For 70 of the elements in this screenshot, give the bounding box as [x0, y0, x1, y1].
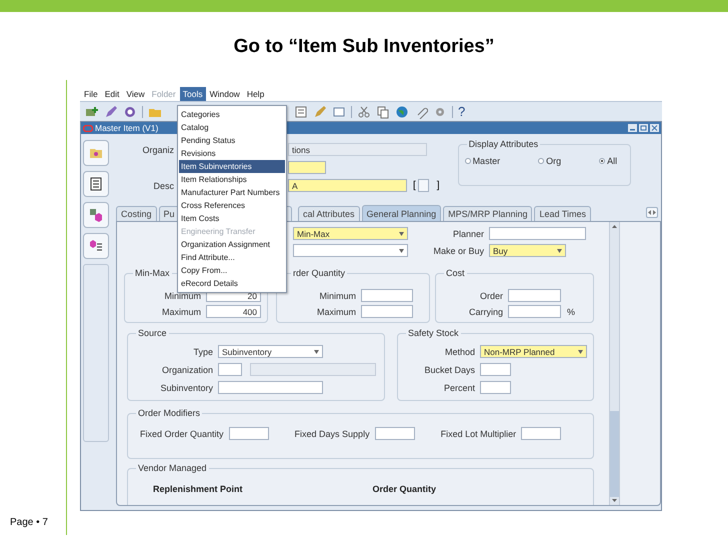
menu-option[interactable]: Organization Assignment — [179, 238, 285, 251]
field-label: Order — [478, 290, 504, 300]
menu-item[interactable]: Tools — [180, 86, 206, 100]
group-title: Min-Max — [133, 268, 172, 278]
menu-option[interactable]: Revisions — [179, 147, 285, 160]
bracket-mark: ] — [436, 180, 440, 191]
radio-option[interactable]: All — [599, 156, 618, 166]
field-label: Maximum — [316, 306, 357, 316]
menu-item[interactable]: Help — [244, 86, 268, 100]
bracket-mark: [ — [413, 180, 416, 191]
menu-option[interactable]: eRecord Details — [179, 277, 285, 290]
field-label: Percent — [442, 382, 476, 392]
radio-option[interactable]: Master — [464, 156, 500, 166]
menu-item[interactable]: Edit — [102, 86, 122, 100]
field-label: Subinventory — [159, 382, 214, 392]
tab[interactable]: cal Attributes — [298, 206, 360, 221]
menu-option[interactable]: Item Costs — [179, 212, 285, 225]
tab[interactable]: Costing — [116, 206, 157, 221]
field-label: Make or Buy — [432, 246, 485, 256]
field-label: Minimum — [318, 290, 357, 300]
field-label: Organization — [160, 364, 214, 374]
description-field[interactable]: A — [288, 179, 407, 192]
menu-option[interactable]: Categories — [179, 108, 285, 121]
field-label: Bucket Days — [423, 364, 476, 374]
organization-field[interactable]: tions — [288, 143, 427, 156]
tab[interactable]: MPS/MRP Planning — [443, 206, 532, 221]
field-label: Minimum — [163, 290, 202, 300]
unit-label: % — [567, 306, 576, 316]
group-title: Source — [136, 328, 169, 338]
group-title: Cost — [444, 268, 467, 278]
menu-option[interactable]: Manufacturer Part Numbers — [179, 186, 285, 199]
field-label: Method — [444, 346, 476, 356]
safety-stock-method-select[interactable]: Non-MRP Planned — [480, 345, 587, 358]
menu-option[interactable]: Item Relationships — [179, 173, 285, 186]
window-title: Master Item (V1) — [95, 123, 158, 133]
column-header: Replenishment Point — [153, 484, 243, 494]
group-title: Vendor Managed — [136, 463, 209, 473]
menu-option[interactable]: Pending Status — [179, 134, 285, 147]
make-or-buy-select[interactable]: Buy — [489, 244, 566, 257]
field-label: Type — [192, 346, 214, 356]
menu-option[interactable]: Find Attribute... — [179, 251, 285, 264]
tab[interactable]: Lead Times — [534, 206, 591, 221]
quantity-field[interactable]: 400 — [206, 305, 261, 318]
field-label: Desc — [152, 180, 175, 190]
group-title: Display Attributes — [466, 139, 540, 149]
menu-item[interactable]: File — [81, 86, 101, 100]
group-title: rder Quantity — [291, 268, 348, 278]
page-number: Page • 7 — [10, 517, 49, 528]
field-label: Fixed Order Quantity — [140, 428, 224, 438]
field-label: Carrying — [468, 306, 504, 316]
planning-method-select[interactable]: Min-Max — [293, 227, 408, 240]
menu-option[interactable]: Item Subinventories — [179, 160, 285, 173]
menu-item[interactable]: View — [123, 86, 148, 100]
tab[interactable]: General Planning — [362, 205, 442, 221]
field-label: Fixed Days Supply — [294, 428, 370, 438]
column-header: Order Quantity — [372, 484, 436, 494]
radio-option[interactable]: Org — [538, 156, 562, 166]
source-type-select[interactable]: Subinventory — [218, 345, 323, 358]
field-label: Maximum — [160, 306, 202, 316]
help-button[interactable]: ? — [458, 105, 466, 118]
group-title: Safety Stock — [406, 328, 461, 338]
menu-option[interactable]: Copy From... — [179, 264, 285, 277]
menu-item[interactable]: Window — [206, 86, 243, 100]
field-label: Planner — [452, 228, 485, 238]
field-label: Fixed Lot Multiplier — [440, 428, 516, 438]
group-title: Order Modifiers — [136, 408, 202, 418]
field-label: Organiz — [141, 144, 175, 154]
slide-title: Go to “Item Sub Inventories” — [234, 36, 494, 59]
menu-option[interactable]: Catalog — [179, 121, 285, 134]
menu-option[interactable]: Cross References — [179, 199, 285, 212]
